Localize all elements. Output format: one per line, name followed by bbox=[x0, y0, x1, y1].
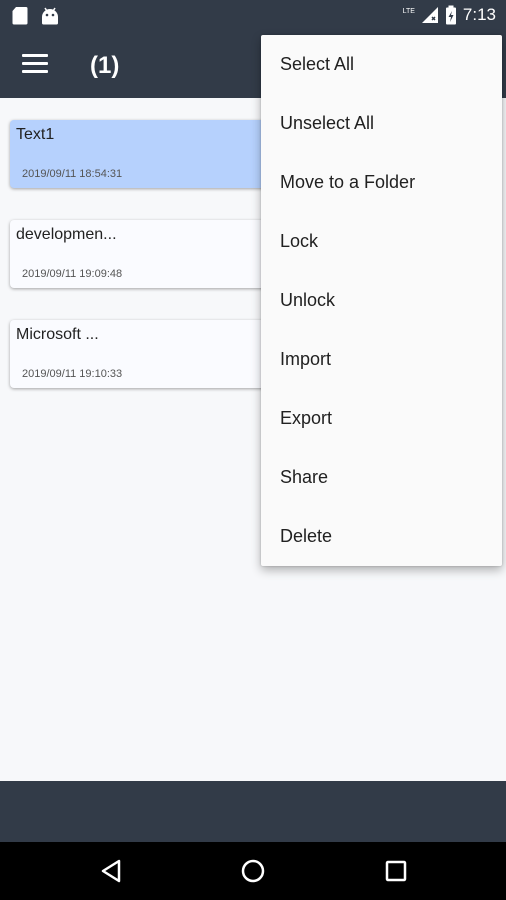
page-title: (1) bbox=[90, 52, 120, 79]
menu-item-share[interactable]: Share bbox=[261, 448, 502, 507]
note-date: 2019/09/11 19:10:33 bbox=[22, 368, 123, 380]
menu-item-unlock[interactable]: Unlock bbox=[261, 271, 502, 330]
menu-item-unselect-all[interactable]: Unselect All bbox=[261, 94, 502, 153]
signal-icon bbox=[421, 7, 438, 23]
menu-hamburger-icon[interactable] bbox=[22, 54, 48, 76]
overflow-menu: Select All Unselect All Move to a Folder… bbox=[261, 35, 502, 566]
menu-item-select-all[interactable]: Select All bbox=[261, 35, 502, 94]
home-icon[interactable] bbox=[240, 858, 266, 884]
menu-item-move-to-folder[interactable]: Move to a Folder bbox=[261, 153, 502, 212]
network-type-label: LTE bbox=[402, 7, 415, 15]
menu-item-import[interactable]: Import bbox=[261, 330, 502, 389]
menu-item-delete[interactable]: Delete bbox=[261, 507, 502, 566]
recents-icon[interactable] bbox=[383, 858, 409, 884]
note-title: Microsoft ... bbox=[16, 326, 99, 343]
note-title: developmen... bbox=[16, 226, 117, 243]
menu-item-lock[interactable]: Lock bbox=[261, 212, 502, 271]
sd-card-icon bbox=[12, 7, 28, 25]
android-icon bbox=[42, 7, 58, 25]
note-title: Text1 bbox=[16, 126, 55, 143]
menu-item-export[interactable]: Export bbox=[261, 389, 502, 448]
system-nav-bar bbox=[0, 842, 506, 900]
note-date: 2019/09/11 19:09:48 bbox=[22, 268, 123, 280]
back-icon[interactable] bbox=[99, 858, 125, 884]
battery-charging-icon bbox=[445, 5, 456, 25]
status-time: 7:13 bbox=[462, 5, 496, 24]
bottom-bar bbox=[0, 781, 506, 842]
note-date: 2019/09/11 18:54:31 bbox=[22, 168, 123, 180]
status-bar: LTE 7:13 bbox=[0, 0, 506, 32]
